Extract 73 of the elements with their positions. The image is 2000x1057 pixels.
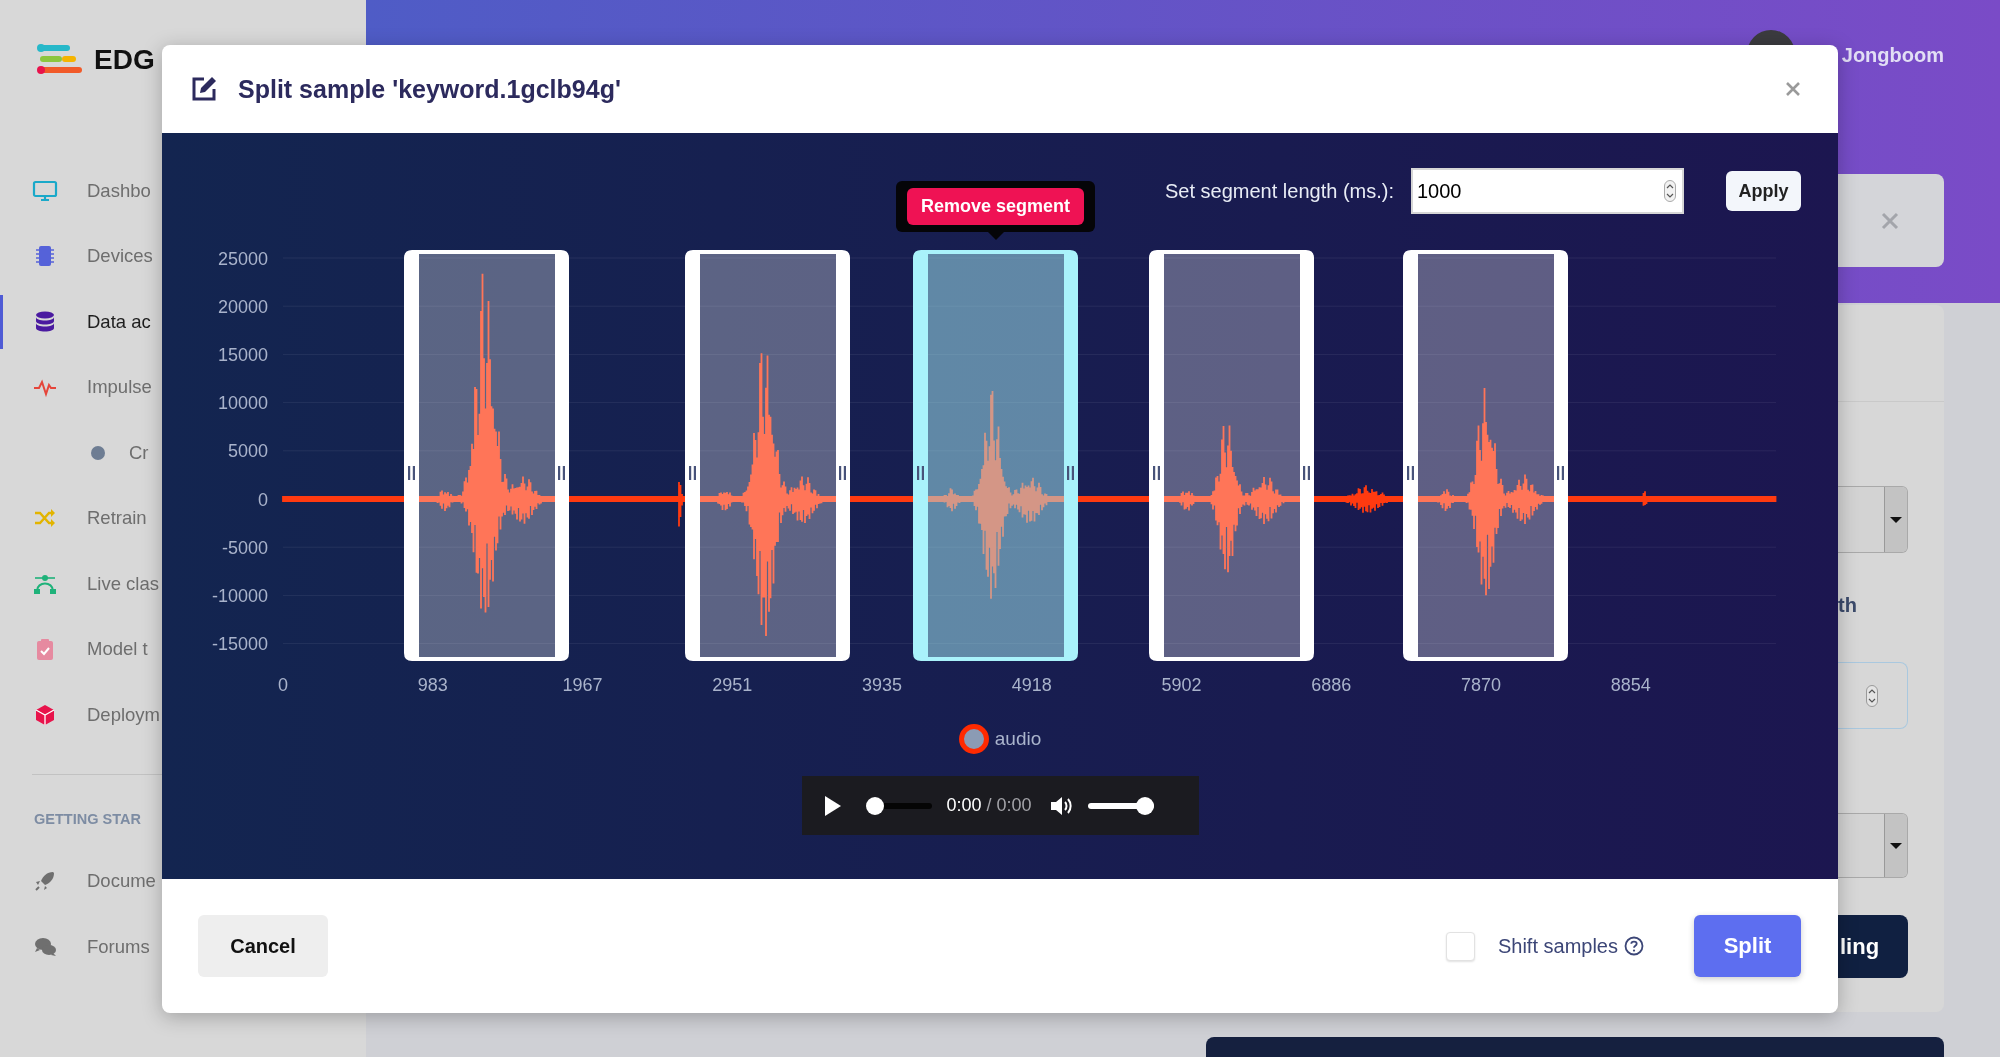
axis-label: 5000: [227, 441, 268, 462]
resize-handle[interactable]: [689, 466, 696, 480]
nav-item[interactable]: Model t: [32, 636, 148, 663]
segment[interactable]: [404, 250, 569, 661]
field-label: Set segment length (ms.):: [1165, 179, 1394, 203]
nav-item[interactable]: Dashbo: [32, 177, 151, 204]
axis-label: 0: [258, 489, 268, 510]
axis-label: 25000: [217, 248, 268, 269]
segment[interactable]: [1403, 250, 1568, 661]
nav-item[interactable]: Forums: [32, 933, 150, 960]
axis-label: 983: [417, 675, 448, 695]
resize-handle[interactable]: [1407, 466, 1414, 480]
axis-label: -15000: [211, 634, 268, 655]
checkbox-label: Shift samples: [1497, 934, 1618, 958]
axis-label: 8854: [1610, 675, 1651, 695]
modal-title: Split sample 'keyword.1gclb94g': [238, 74, 622, 104]
nav-item[interactable]: Cr: [85, 439, 149, 466]
close-icon[interactable]: [1785, 81, 1801, 97]
nav-item[interactable]: Retrain: [32, 505, 147, 532]
nav-item[interactable]: Live clas: [32, 570, 159, 597]
axis-label: 5902: [1161, 675, 1202, 695]
button[interactable]: ling: [1838, 915, 1908, 978]
axis-label: -5000: [221, 537, 268, 558]
axis-label: 15000: [217, 344, 268, 365]
remove-segment-button[interactable]: Remove segment: [907, 188, 1085, 225]
resize-handle[interactable]: [839, 466, 846, 480]
nav-item[interactable]: Devices: [32, 243, 153, 270]
axis-label: 4918: [1011, 675, 1052, 695]
volume-icon[interactable]: [1049, 794, 1072, 817]
axis-label: 7870: [1461, 675, 1501, 695]
active-indicator: [0, 294, 3, 349]
resize-handle[interactable]: [408, 466, 415, 480]
cancel-button[interactable]: Cancel: [198, 915, 328, 977]
spinner-icon: [1664, 180, 1676, 202]
axis-label: 6886: [1311, 675, 1352, 695]
apply-button[interactable]: Apply: [1726, 171, 1801, 211]
field-label: th: [1838, 593, 1858, 617]
help-icon[interactable]: [1624, 936, 1644, 956]
nav-item[interactable]: Docume: [32, 868, 156, 895]
nav-item[interactable]: Impulse: [32, 374, 152, 401]
resize-handle[interactable]: [1557, 466, 1564, 480]
duration: / 0:00: [986, 795, 1032, 816]
spinner-icon: [1866, 684, 1878, 707]
edit-icon: [190, 75, 218, 103]
resize-handle[interactable]: [1067, 466, 1074, 480]
axis-label: 0: [278, 675, 288, 695]
axis-label: 2951: [712, 675, 753, 695]
logo-text: EDG: [94, 44, 155, 76]
legend-marker: [958, 724, 989, 754]
checkbox[interactable]: [1445, 931, 1475, 961]
legend-label: audio: [994, 728, 1042, 750]
current-time: 0:00: [946, 795, 982, 816]
number-field[interactable]: 1000: [1411, 168, 1684, 214]
segment[interactable]: [1149, 250, 1314, 661]
resize-handle[interactable]: [917, 466, 924, 480]
play-icon[interactable]: [823, 794, 842, 817]
split-button[interactable]: Split: [1694, 915, 1801, 977]
user-name: Jongboom: [1841, 44, 1944, 67]
axis-label: 3935: [862, 675, 902, 695]
nav-item[interactable]: Data ac: [32, 308, 151, 335]
volume-slider[interactable]: [1087, 796, 1154, 815]
axis-label: 20000: [217, 296, 268, 317]
section-title: GETTING STAR: [34, 809, 142, 829]
seek-slider[interactable]: [865, 796, 932, 815]
axis-label: 10000: [217, 393, 268, 414]
resize-handle[interactable]: [558, 466, 565, 480]
nav-item[interactable]: Deploym: [32, 701, 160, 728]
segment[interactable]: [913, 250, 1078, 661]
resize-handle[interactable]: [1303, 466, 1310, 480]
resize-handle[interactable]: [1153, 466, 1160, 480]
axis-label: 1967: [562, 675, 603, 695]
axis-label: -10000: [211, 585, 268, 606]
segment[interactable]: [685, 250, 850, 661]
